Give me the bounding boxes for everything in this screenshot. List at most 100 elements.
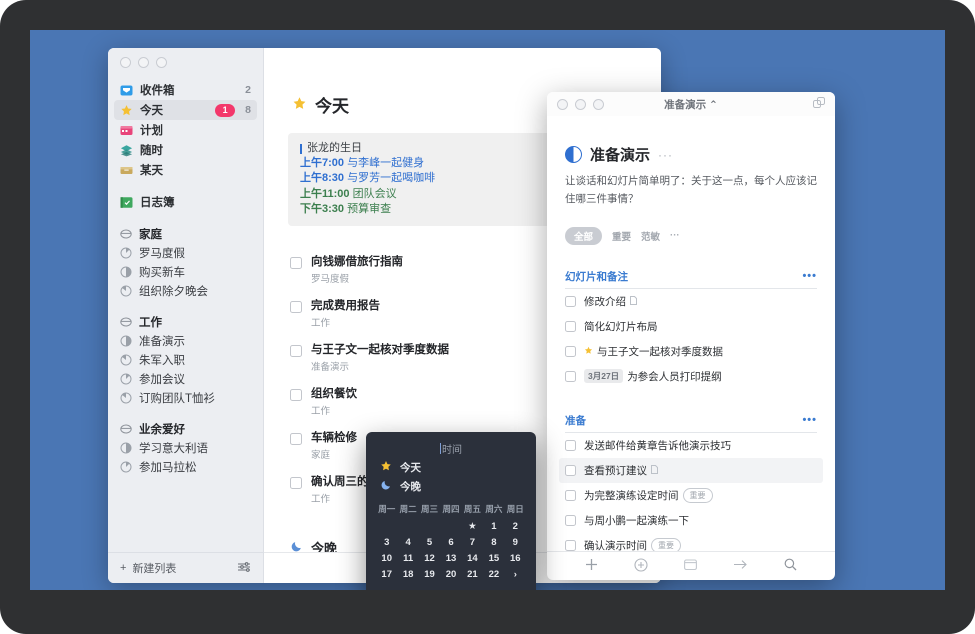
calendar-day-today[interactable]: ★ bbox=[462, 518, 483, 534]
checkbox[interactable] bbox=[565, 345, 576, 357]
detail-task-row[interactable]: 与王子文一起核对季度数据 bbox=[559, 339, 823, 364]
calendar-day[interactable]: 7 bbox=[462, 534, 483, 550]
checkbox[interactable] bbox=[565, 439, 576, 451]
sidebar-project-onboarding[interactable]: 朱军入职 bbox=[114, 350, 257, 369]
calendar-day[interactable]: 1 bbox=[483, 518, 504, 534]
detail-task-row[interactable]: 确认演示时间 重要 bbox=[559, 533, 823, 551]
checkbox[interactable] bbox=[290, 388, 302, 401]
sidebar-item-logbook[interactable]: 日志簿 bbox=[114, 192, 257, 212]
date-search-field[interactable]: 时间 bbox=[366, 438, 536, 458]
calendar-day[interactable]: 5 bbox=[419, 534, 440, 550]
chevron-updown-icon[interactable]: ⌃ bbox=[709, 99, 718, 111]
calendar-day[interactable]: 19 bbox=[419, 566, 440, 582]
checkbox[interactable] bbox=[565, 489, 576, 501]
calendar-day[interactable]: 9 bbox=[505, 534, 526, 550]
calendar-day[interactable]: 18 bbox=[397, 566, 418, 582]
sidebar-item-today[interactable]: 今天 1 8 bbox=[114, 100, 257, 120]
calendar-grid[interactable]: 周一 周二 周三 周四 周五 周六 周日 ★ 1 2 3 4 5 6 7 8 9… bbox=[376, 503, 526, 582]
tag-filter-more-icon[interactable]: ··· bbox=[670, 230, 680, 241]
sidebar-project-tshirts[interactable]: 订购团队T恤衫 bbox=[114, 388, 257, 407]
tag-filter-all[interactable]: 全部 bbox=[565, 226, 603, 245]
checkbox[interactable] bbox=[290, 300, 302, 313]
date-someday[interactable]: 某天 bbox=[366, 588, 536, 590]
calendar-day[interactable]: 15 bbox=[483, 550, 504, 566]
window-traffic-lights[interactable] bbox=[108, 48, 263, 72]
checkbox[interactable] bbox=[565, 539, 576, 551]
sidebar-area-hobbies[interactable]: 业余爱好 bbox=[114, 419, 257, 438]
zoom-button[interactable] bbox=[156, 57, 167, 68]
detail-task-row[interactable]: 发送邮件给黄章告诉他演示技巧 bbox=[559, 433, 823, 458]
calendar-next-month-icon[interactable]: › bbox=[505, 566, 526, 582]
checkbox[interactable] bbox=[565, 370, 576, 382]
calendar-day[interactable]: 17 bbox=[376, 566, 397, 582]
plus-icon[interactable] bbox=[585, 558, 598, 574]
sidebar-project-presentation[interactable]: 准备演示 bbox=[114, 331, 257, 350]
sidebar-item-inbox[interactable]: 收件箱 2 bbox=[114, 80, 257, 100]
section-more-icon[interactable]: ••• bbox=[802, 414, 817, 426]
search-icon[interactable] bbox=[784, 558, 797, 574]
calendar-day[interactable]: 16 bbox=[505, 550, 526, 566]
sliders-icon[interactable] bbox=[237, 561, 251, 576]
window-traffic-lights[interactable] bbox=[557, 98, 604, 110]
detail-task-row[interactable]: 修改介绍 bbox=[559, 289, 823, 314]
sidebar-item-upcoming[interactable]: 计划 bbox=[114, 120, 257, 140]
add-circle-icon[interactable] bbox=[634, 557, 648, 575]
new-list-button[interactable]: + 新建列表 bbox=[120, 560, 176, 576]
calendar-day[interactable]: 14 bbox=[462, 550, 483, 566]
calendar-day[interactable]: 20 bbox=[440, 566, 461, 582]
calendar-day[interactable]: 22 bbox=[483, 566, 504, 582]
calendar-day-grid[interactable]: ★ 1 2 3 4 5 6 7 8 9 10 11 12 13 14 15 16… bbox=[376, 518, 526, 582]
detail-task-row[interactable]: 简化幻灯片布局 bbox=[559, 314, 823, 339]
sidebar-project-conference[interactable]: 参加会议 bbox=[114, 369, 257, 388]
calendar-day[interactable]: 8 bbox=[483, 534, 504, 550]
progress-icon[interactable] bbox=[565, 146, 582, 163]
calendar-day[interactable]: 13 bbox=[440, 550, 461, 566]
sidebar-item-someday[interactable]: 某天 bbox=[114, 160, 257, 180]
checkbox[interactable] bbox=[290, 476, 302, 489]
sidebar-project-marathon[interactable]: 参加马拉松 bbox=[114, 457, 257, 476]
close-button[interactable] bbox=[120, 57, 131, 68]
checkbox[interactable] bbox=[565, 514, 576, 526]
project-detail-window[interactable]: 准备演示 ⌃ 准备演示 ··· 让谈话和幻灯片简单明了：关于这一点，每个人应该记… bbox=[547, 92, 835, 580]
more-options-icon[interactable]: ··· bbox=[658, 148, 673, 162]
calendar-day[interactable]: 2 bbox=[505, 518, 526, 534]
detail-task-row[interactable]: 与周小鹏一起演练一下 bbox=[559, 508, 823, 533]
checkbox[interactable] bbox=[565, 295, 576, 307]
arrow-right-icon[interactable] bbox=[733, 558, 748, 574]
calendar-day[interactable]: 10 bbox=[376, 550, 397, 566]
sidebar-project-rome[interactable]: 罗马度假 bbox=[114, 243, 257, 262]
date-quick-tonight[interactable]: 今晚 bbox=[366, 477, 536, 496]
sidebar-area-work[interactable]: 工作 bbox=[114, 312, 257, 331]
date-picker-popover[interactable]: 时间 今天 今晚 周一 周二 周三 周四 周五 周六 周日 ★ 1 2 3 4 … bbox=[366, 432, 536, 590]
calendar-day[interactable]: 21 bbox=[462, 566, 483, 582]
detail-task-row[interactable]: 3月27日 为参会人员打印提纲 bbox=[559, 364, 823, 389]
sidebar-item-anytime[interactable]: 随时 bbox=[114, 140, 257, 160]
checkbox[interactable] bbox=[565, 320, 576, 332]
detail-task-row[interactable]: 为完整演练设定时间 重要 bbox=[559, 483, 823, 508]
checkbox[interactable] bbox=[290, 256, 302, 269]
date-quick-today[interactable]: 今天 bbox=[366, 458, 536, 477]
sidebar-project-italian[interactable]: 学习意大利语 bbox=[114, 438, 257, 457]
detail-task-row-selected[interactable]: 查看预订建议 bbox=[559, 457, 823, 483]
minimize-button[interactable] bbox=[138, 57, 149, 68]
section-more-icon[interactable]: ••• bbox=[802, 270, 817, 282]
sidebar-area-home[interactable]: 家庭 bbox=[114, 224, 257, 243]
calendar-day[interactable]: 3 bbox=[376, 534, 397, 550]
minimize-button[interactable] bbox=[575, 98, 586, 110]
checkbox[interactable] bbox=[290, 432, 302, 445]
window-overlap-icon[interactable] bbox=[813, 96, 825, 112]
calendar-day[interactable]: 11 bbox=[397, 550, 418, 566]
sidebar-project-nye[interactable]: 组织除夕晚会 bbox=[114, 281, 257, 300]
tag-filter-person[interactable]: 范敏 bbox=[641, 229, 660, 243]
calendar-day[interactable]: 12 bbox=[419, 550, 440, 566]
calendar-icon[interactable] bbox=[684, 558, 697, 574]
checkbox[interactable] bbox=[565, 464, 576, 476]
checkbox[interactable] bbox=[290, 344, 302, 357]
zoom-button[interactable] bbox=[593, 98, 604, 110]
detail-note[interactable]: 让谈话和幻灯片简单明了：关于这一点，每个人应该记住哪三件事情？ bbox=[565, 173, 817, 209]
calendar-day[interactable]: 6 bbox=[440, 534, 461, 550]
close-button[interactable] bbox=[557, 98, 568, 110]
sidebar-project-car[interactable]: 购买新车 bbox=[114, 262, 257, 281]
tag-filter-important[interactable]: 重要 bbox=[612, 229, 631, 243]
calendar-day[interactable]: 4 bbox=[397, 534, 418, 550]
